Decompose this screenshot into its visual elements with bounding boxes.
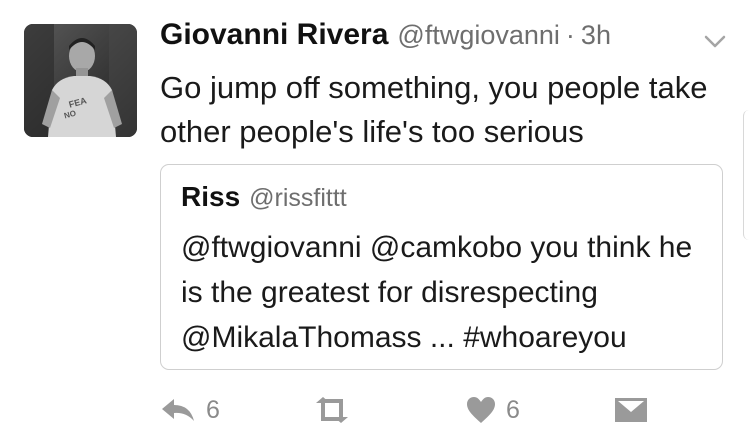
retweet-button[interactable] xyxy=(312,388,352,432)
author-handle[interactable]: @ftwgiovanni xyxy=(397,20,560,51)
user-avatar-photo-icon: FEA NO xyxy=(24,24,137,137)
reply-icon xyxy=(162,399,194,421)
direct-message-button[interactable] xyxy=(614,388,648,432)
retweet-icon xyxy=(316,397,348,423)
quoted-author-handle: @rissfittt xyxy=(249,184,347,212)
reply-button[interactable]: 6 xyxy=(160,388,220,432)
more-options-button[interactable] xyxy=(703,34,727,50)
like-button[interactable]: 6 xyxy=(466,388,520,432)
tweet-actions-bar: 6 6 xyxy=(0,388,750,432)
tweet-card[interactable]: FEA NO Giovanni Rivera @ftwgiovanni · 3h… xyxy=(0,0,750,435)
reply-count: 6 xyxy=(206,395,220,424)
tweet-text: Go jump off something, you people take o… xyxy=(160,70,708,149)
chevron-down-icon xyxy=(704,35,726,48)
tweet-timestamp[interactable]: 3h xyxy=(581,20,611,51)
separator-dot: · xyxy=(565,20,575,50)
avatar[interactable]: FEA NO xyxy=(24,24,137,137)
quoted-tweet-text: @ftwgiovanni @camkobo you think he is th… xyxy=(181,231,693,354)
quoted-tweet[interactable]: Riss @rissfittt @ftwgiovanni @camkobo yo… xyxy=(160,164,723,370)
tweet-header: Giovanni Rivera @ftwgiovanni · 3h xyxy=(160,18,611,62)
envelope-icon xyxy=(615,398,647,422)
quoted-author-name: Riss xyxy=(181,181,241,212)
heart-icon xyxy=(467,397,495,423)
like-count: 6 xyxy=(506,395,520,424)
quoted-tweet-header: Riss @rissfittt xyxy=(181,181,347,213)
screen-edge xyxy=(743,110,750,240)
author-name[interactable]: Giovanni Rivera xyxy=(160,18,388,52)
